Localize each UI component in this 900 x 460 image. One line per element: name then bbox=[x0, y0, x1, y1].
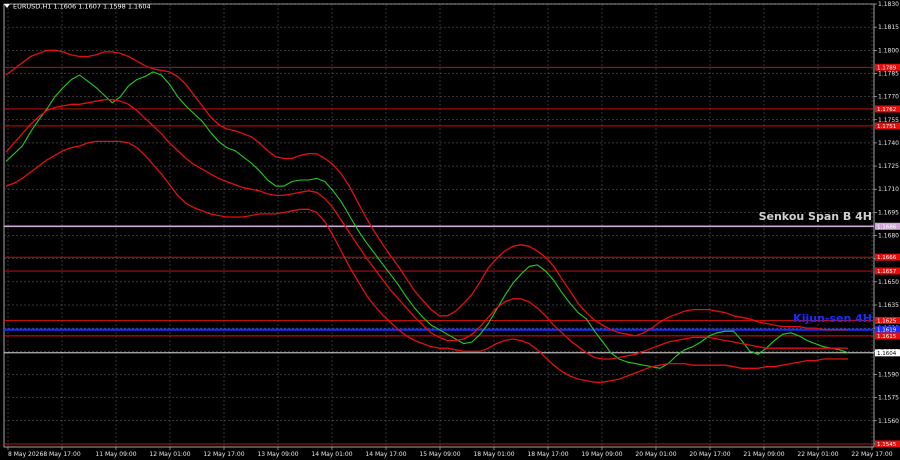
x-tick-label: 15 May 09:00 bbox=[419, 451, 460, 458]
x-tick-label: 18 May 01:00 bbox=[473, 451, 514, 458]
price-chart: 1.18301.18151.18001.17851.17701.17551.17… bbox=[3, 1, 900, 458]
price-label-text: 1.1789 bbox=[877, 65, 897, 71]
x-tick-label: 14 May 17:00 bbox=[365, 451, 406, 458]
price-label-text: 1.1762 bbox=[877, 107, 896, 113]
price-label-text: 1.1545 bbox=[877, 442, 897, 448]
price-label-text: 1.1751 bbox=[877, 124, 896, 130]
y-tick-label: 1.1680 bbox=[878, 233, 899, 240]
x-tick-label: 22 May 01:00 bbox=[797, 451, 838, 458]
x-tick-label: 13 May 09:00 bbox=[257, 451, 298, 458]
annotation-label: Kijun-sen 4H bbox=[793, 312, 872, 325]
x-tick-label: 20 May 17:00 bbox=[689, 451, 730, 458]
x-tick-label: 19 May 09:00 bbox=[581, 451, 622, 458]
y-tick-label: 1.1590 bbox=[878, 371, 899, 378]
x-tick-label: 8 May 2026 bbox=[8, 451, 43, 458]
y-tick-label: 1.1770 bbox=[878, 94, 899, 101]
y-tick-label: 1.1830 bbox=[878, 1, 899, 8]
y-tick-label: 1.1575 bbox=[878, 395, 899, 402]
x-tick-label: 12 May 17:00 bbox=[203, 451, 244, 458]
x-tick-label: 21 May 09:00 bbox=[743, 451, 784, 458]
y-tick-label: 1.1740 bbox=[878, 140, 899, 147]
x-tick-label: 18 May 17:00 bbox=[527, 451, 568, 458]
price-label-text: 1.1686 bbox=[877, 224, 897, 230]
symbol-header: EURUSD,H1 1.1606 1.1607 1.1598 1.1604 bbox=[13, 3, 151, 11]
y-tick-label: 1.1725 bbox=[878, 163, 899, 170]
band-line bbox=[5, 49, 848, 337]
band-line bbox=[5, 140, 848, 383]
price-label-text: 1.1615 bbox=[877, 334, 897, 340]
y-tick-label: 1.1635 bbox=[878, 302, 899, 309]
price-label-text: 1.1666 bbox=[877, 255, 897, 261]
chart-root: 1.1830 1.1815 1.1800 1.1785 1.1770 1.1755 1.17… bbox=[0, 0, 900, 460]
y-tick-label: 1.1695 bbox=[878, 209, 899, 216]
y-tick-label: 1.1800 bbox=[878, 47, 899, 54]
price-label-text: 1.1657 bbox=[877, 269, 897, 275]
price-series-line bbox=[5, 71, 849, 369]
x-tick-label: 8 May 17:00 bbox=[43, 451, 81, 458]
x-tick-label: 14 May 01:00 bbox=[311, 451, 352, 458]
y-tick-label: 1.1650 bbox=[878, 279, 899, 286]
x-tick-label: 12 May 01:00 bbox=[149, 451, 190, 458]
annotation-label: Senkou Span B 4H bbox=[759, 210, 872, 223]
y-tick-label: 1.1785 bbox=[878, 70, 899, 77]
y-tick-label: 1.1710 bbox=[878, 186, 899, 193]
dropdown-arrow-icon[interactable] bbox=[4, 4, 10, 8]
x-tick-label: 11 May 09:00 bbox=[95, 451, 136, 458]
price-label-text: 1.1604 bbox=[877, 351, 897, 357]
y-tick-label: 1.1560 bbox=[878, 418, 899, 425]
y-tick-label: 1.1815 bbox=[878, 24, 899, 31]
x-tick-label: 20 May 01:00 bbox=[635, 451, 676, 458]
x-tick-label: 22 May 17:00 bbox=[851, 451, 892, 458]
price-label-text: 1.1625 bbox=[877, 318, 897, 324]
